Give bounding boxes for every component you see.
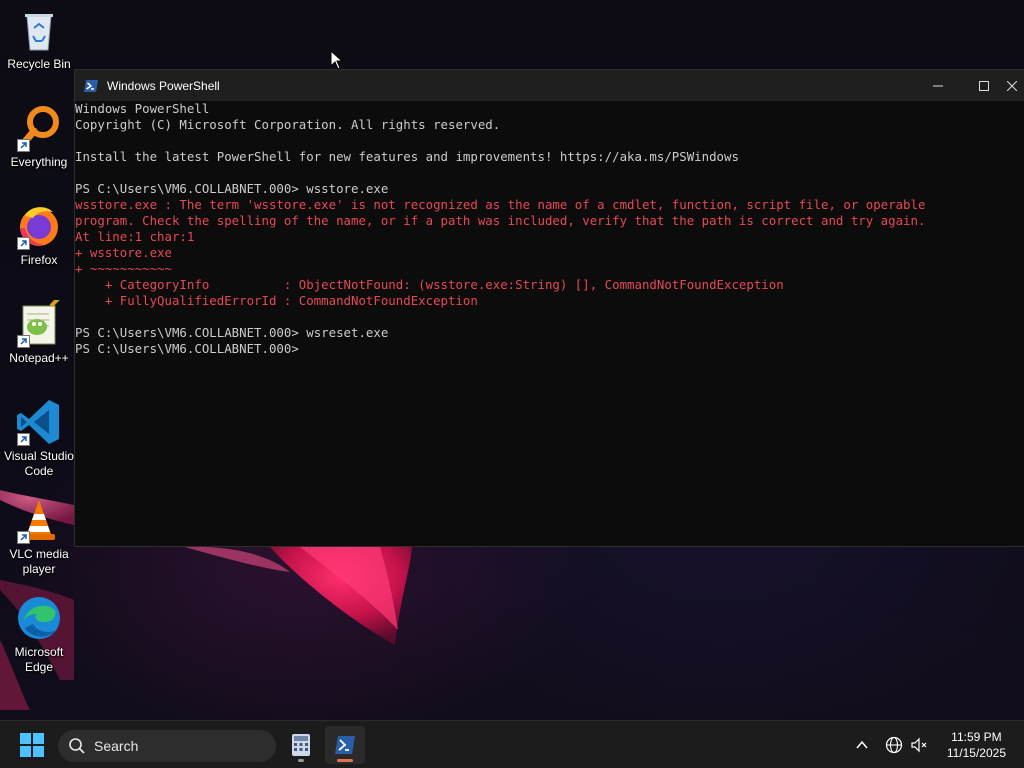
maximize-button[interactable] xyxy=(961,70,1007,101)
desktop-icon-label: Microsoft Edge xyxy=(14,645,64,674)
chevron-up-icon xyxy=(856,740,868,749)
desktop-icon-firefox[interactable]: Firefox xyxy=(2,202,76,268)
minimize-icon xyxy=(933,85,943,86)
running-indicator xyxy=(298,759,304,762)
desktop-icon-label: Firefox xyxy=(20,253,58,267)
close-button[interactable] xyxy=(1007,70,1024,101)
clock-time: 11:59 PM xyxy=(951,730,1002,744)
show-hidden-icons-button[interactable] xyxy=(852,735,872,755)
desktop-icon-edge[interactable]: Microsoft Edge xyxy=(2,594,76,675)
desktop-icon-recycle-bin[interactable]: Recycle Bin xyxy=(2,6,76,72)
terminal-line: PS C:\Users\VM6.COLLABNET.000> wsreset.e… xyxy=(75,325,389,340)
taskbar: Search 11:59 PM 11/15/2025 xyxy=(0,720,1024,768)
terminal-error-line: + CategoryInfo : ObjectNotFound: (wsstor… xyxy=(75,277,784,292)
powershell-window[interactable]: Windows PowerShell Windows PowerShell Cop… xyxy=(74,69,1024,547)
shortcut-arrow-icon xyxy=(17,237,30,250)
powershell-icon xyxy=(84,79,98,92)
shortcut-arrow-icon xyxy=(17,531,30,544)
edge-icon xyxy=(18,597,60,639)
desktop-icon-label: Notepad++ xyxy=(9,351,69,365)
calculator-icon xyxy=(292,734,310,756)
globe-icon xyxy=(885,736,903,754)
desktop-icon-vscode[interactable]: Visual Studio Code xyxy=(2,398,76,479)
window-titlebar[interactable]: Windows PowerShell xyxy=(75,70,1024,101)
windows-logo-icon xyxy=(20,733,44,757)
terminal-error-line: program. Check the spelling of the name,… xyxy=(75,213,926,228)
taskbar-clock[interactable]: 11:59 PM 11/15/2025 xyxy=(947,729,1006,761)
desktop-icon-notepad-plus-plus[interactable]: Notepad++ xyxy=(2,296,76,366)
minimize-button[interactable] xyxy=(915,70,961,101)
terminal-error-line: + wsstore.exe xyxy=(75,245,172,260)
network-button[interactable] xyxy=(884,735,904,755)
desktop-icon-everything[interactable]: Everything xyxy=(2,104,76,170)
terminal-line: Windows PowerShell xyxy=(75,101,210,116)
search-icon xyxy=(69,738,85,754)
close-icon xyxy=(1007,80,1017,91)
terminal-output[interactable]: Windows PowerShell Copyright (C) Microsof… xyxy=(75,101,1024,357)
shortcut-arrow-icon xyxy=(17,139,30,152)
window-title: Windows PowerShell xyxy=(107,78,220,93)
maximize-icon xyxy=(979,80,989,91)
desktop-icon-label: Everything xyxy=(10,155,68,169)
powershell-icon xyxy=(335,736,355,754)
terminal-line: Install the latest PowerShell for new fe… xyxy=(75,149,739,164)
terminal-error-line: + FullyQualifiedErrorId : CommandNotFoun… xyxy=(75,293,478,308)
shortcut-arrow-icon xyxy=(17,335,30,348)
mouse-cursor-icon xyxy=(330,50,344,70)
terminal-error-line: At line:1 char:1 xyxy=(75,229,195,244)
terminal-line: PS C:\Users\VM6.COLLABNET.000> xyxy=(75,341,299,356)
speaker-muted-icon xyxy=(911,737,927,753)
desktop-icon-vlc[interactable]: VLC media player xyxy=(2,496,76,577)
taskbar-search[interactable]: Search xyxy=(58,730,276,762)
terminal-line: PS C:\Users\VM6.COLLABNET.000> wsstore.e… xyxy=(75,181,389,196)
terminal-error-line: + ~~~~~~~~~~~ xyxy=(75,261,172,276)
start-button[interactable] xyxy=(12,729,52,761)
terminal-line: Copyright (C) Microsoft Corporation. All… xyxy=(75,117,501,132)
search-label: Search xyxy=(94,738,139,754)
active-indicator xyxy=(337,759,353,762)
desktop-icon-label: VLC media player xyxy=(9,547,69,576)
taskbar-app-calculator[interactable] xyxy=(281,726,321,764)
desktop-icon-label: Recycle Bin xyxy=(7,57,71,71)
clock-date: 11/15/2025 xyxy=(946,746,1006,760)
terminal-error-line: wsstore.exe : The term 'wsstore.exe' is … xyxy=(75,197,926,212)
desktop-icon-label: Visual Studio Code xyxy=(4,449,74,478)
volume-button[interactable] xyxy=(909,735,929,755)
taskbar-app-powershell[interactable] xyxy=(325,726,365,764)
recycle-bin-icon xyxy=(25,14,53,51)
shortcut-arrow-icon xyxy=(17,433,30,446)
